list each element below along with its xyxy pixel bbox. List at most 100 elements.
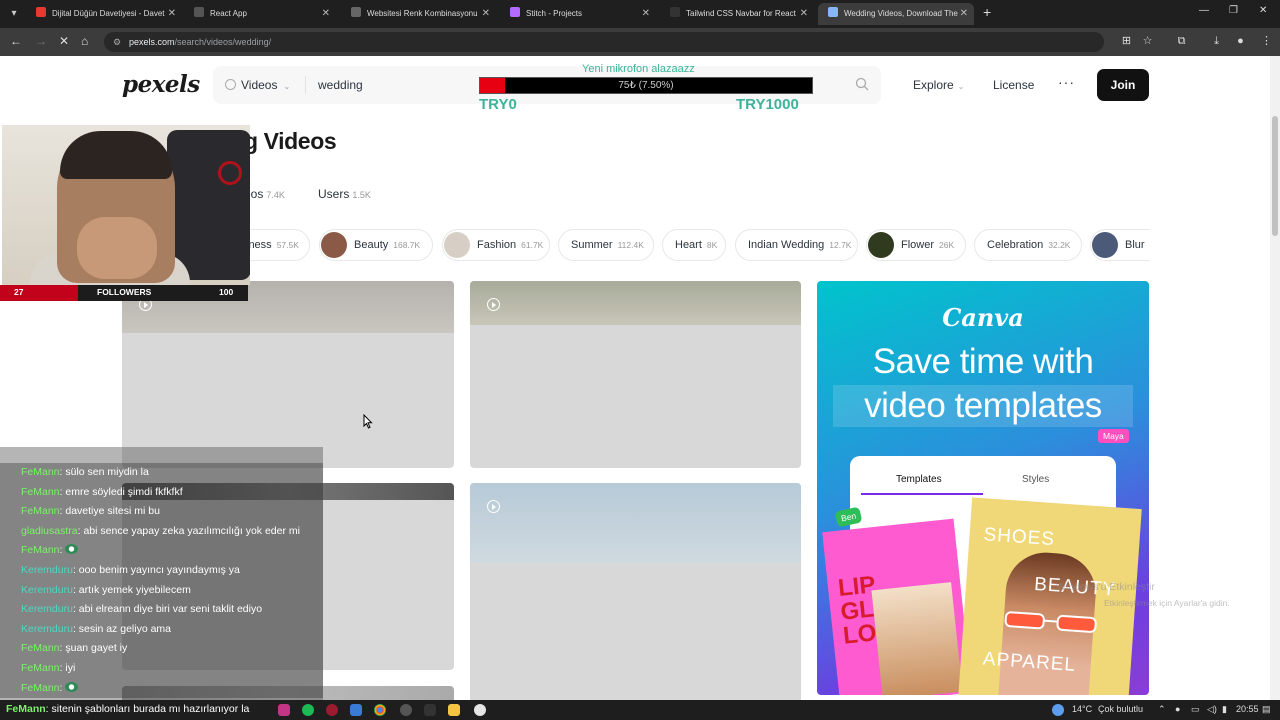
tab-close-icon[interactable]: ✕	[642, 3, 650, 25]
search-type-select[interactable]: Videos ⌄	[225, 66, 290, 104]
canva-ad[interactable]: Canva Save time with video templates May…	[817, 281, 1149, 695]
streamer-hand	[77, 217, 157, 279]
extensions-icon[interactable]: ⧉	[1175, 35, 1188, 48]
video-card[interactable]	[470, 281, 801, 468]
video-card[interactable]	[470, 483, 801, 700]
chat-line: Keremduru: sesin az geliyo ama	[0, 619, 323, 640]
minimize-icon[interactable]: —	[1199, 5, 1209, 16]
volume-icon[interactable]: ◁)	[1207, 704, 1217, 715]
chip-thumbnail	[444, 232, 470, 258]
obs-icon[interactable]	[424, 704, 436, 716]
settings-gear-icon[interactable]	[400, 704, 412, 716]
notification-icon[interactable]: ▤	[1262, 704, 1271, 715]
app-icon[interactable]	[474, 704, 486, 716]
address-bar[interactable]: ⚙ pexels.com/search/videos/wedding/	[104, 32, 1104, 52]
close-window-icon[interactable]: ✕	[1259, 5, 1267, 16]
related-search-chip[interactable]: Heart 8K	[662, 229, 726, 261]
stream-chat-overlay: FeMann: sülo sen miydin la FeMann: emre s…	[0, 447, 323, 700]
browser-tab[interactable]: Tailwind CSS Navbar for React ✕	[660, 3, 814, 25]
scrollbar-thumb[interactable]	[1272, 116, 1278, 236]
join-button[interactable]: Join	[1097, 69, 1149, 101]
chip-count: 112.4K	[617, 240, 644, 250]
microphone-icon[interactable]: ●	[1175, 704, 1180, 714]
home-icon[interactable]: ⌂	[81, 34, 88, 48]
menu-kebab-icon[interactable]: ⋮	[1260, 35, 1273, 48]
search-icon[interactable]	[855, 77, 869, 91]
related-search-chip[interactable]: Flower 26K	[866, 229, 966, 261]
page-scrollbar[interactable]	[1270, 56, 1280, 700]
site-info-icon[interactable]: ⚙	[113, 32, 121, 52]
browser-tab[interactable]: React App ✕	[184, 3, 336, 25]
instagram-icon[interactable]	[278, 704, 290, 716]
tab-videos[interactable]: eos 7.4K	[244, 187, 285, 201]
donation-goal-title: Yeni mikrofon alazaazz	[582, 63, 695, 75]
browser-tabbar: ▾ Dijital Düğün Davetiyesi - Davet ✕ React…	[0, 0, 1280, 28]
activation-watermark-subtitle: Etkinleştirmek için Ayarlar'a gidin.	[1104, 598, 1230, 608]
more-menu-button[interactable]: ···	[1058, 74, 1075, 90]
tab-title: Dijital Düğün Davetiyesi - Davet	[52, 9, 165, 18]
related-search-chip[interactable]: Beauty 168.7K	[319, 229, 433, 261]
weather-desc[interactable]: Çok bulutlu	[1098, 704, 1143, 714]
chat-username: FeMann	[21, 505, 60, 518]
weather-temp[interactable]: 14°C	[1072, 704, 1092, 714]
desktop-icon[interactable]	[350, 704, 362, 716]
chat-line: FeMann: davetiye sitesi mi bu	[0, 502, 323, 522]
battery-icon[interactable]: ▮	[1222, 704, 1227, 715]
restore-icon[interactable]: ❐	[1229, 5, 1238, 16]
ad-photo	[871, 582, 963, 695]
clock[interactable]: 20:55	[1236, 704, 1259, 714]
tab-title: Tailwind CSS Navbar for React	[686, 9, 796, 18]
browser-tab[interactable]: Dijital Düğün Davetiyesi - Davet ✕	[26, 3, 182, 25]
spotify-icon[interactable]	[302, 704, 314, 716]
new-tab-button[interactable]: +	[983, 4, 991, 20]
bookmark-star-icon[interactable]: ☆	[1141, 35, 1154, 48]
pexels-logo[interactable]: pexels	[122, 71, 200, 98]
tab-close-icon[interactable]: ✕	[168, 3, 176, 25]
related-search-chip[interactable]: Indian Wedding 12.7K	[735, 229, 858, 261]
reload-icon[interactable]: ✕	[59, 34, 69, 48]
back-icon[interactable]: ←	[10, 34, 22, 48]
tab-videos-count: 7.4K	[266, 190, 285, 200]
related-search-chip[interactable]: Fashion 61.7K	[442, 229, 550, 261]
browser-tab[interactable]: Stitch - Projects ✕	[500, 3, 656, 25]
explore-menu[interactable]: Explore ⌄	[913, 78, 964, 92]
license-link[interactable]: License	[993, 78, 1034, 92]
mouse-cursor-icon	[363, 414, 373, 429]
download-icon[interactable]: ⤓	[1210, 35, 1223, 48]
followers-bar-fill	[0, 285, 78, 301]
video-thumbnail	[470, 483, 801, 563]
chat-message: : şuan gayet iy	[59, 642, 128, 655]
related-search-chip[interactable]: Blur	[1090, 229, 1150, 261]
browser-tab[interactable]: Websitesi Renk Kombinasyonu ✕	[341, 3, 496, 25]
tab-search-icon[interactable]: ▾	[6, 6, 22, 22]
tray-chevron-icon[interactable]: ⌃	[1158, 704, 1166, 715]
tab-close-icon[interactable]: ✕	[482, 3, 490, 25]
gaming-chair	[167, 130, 250, 280]
translate-icon[interactable]: ⊞	[1120, 35, 1133, 48]
chip-label: Blur	[1125, 239, 1145, 251]
chat-username: FeMann	[21, 466, 60, 478]
chat-line: FeMann: iyi	[0, 659, 323, 679]
tab-users[interactable]: Users 1.5K	[318, 187, 371, 201]
opera-icon[interactable]	[326, 704, 338, 716]
chat-message: : abi sence yapay zeka yazılımcılığı yok…	[77, 524, 300, 537]
tab-close-icon[interactable]: ✕	[800, 3, 808, 25]
chrome-icon[interactable]	[374, 704, 386, 716]
browser-tab[interactable]: Wedding Videos, Download The ✕	[818, 3, 974, 25]
video-card[interactable]	[122, 281, 454, 468]
chip-label: Summer	[571, 239, 613, 251]
network-icon[interactable]: ▭	[1191, 704, 1200, 715]
donation-goal-min: TRY0	[479, 96, 517, 113]
profile-avatar-icon[interactable]: ●	[1234, 35, 1247, 48]
forward-icon[interactable]: →	[35, 34, 47, 48]
chat-line: Keremduru: artık yemek yiyebilecem	[0, 580, 323, 601]
tab-close-icon[interactable]: ✕	[322, 3, 330, 25]
search-input[interactable]	[318, 76, 458, 94]
file-explorer-icon[interactable]	[448, 704, 460, 716]
related-search-chip[interactable]: Summer 112.4K	[558, 229, 654, 261]
weather-icon[interactable]	[1052, 704, 1064, 716]
tab-favicon-icon	[36, 7, 46, 17]
tab-close-icon[interactable]: ✕	[960, 3, 968, 25]
related-search-chip[interactable]: Celebration 32.2K	[974, 229, 1082, 261]
chat-username: FeMann	[6, 703, 46, 715]
